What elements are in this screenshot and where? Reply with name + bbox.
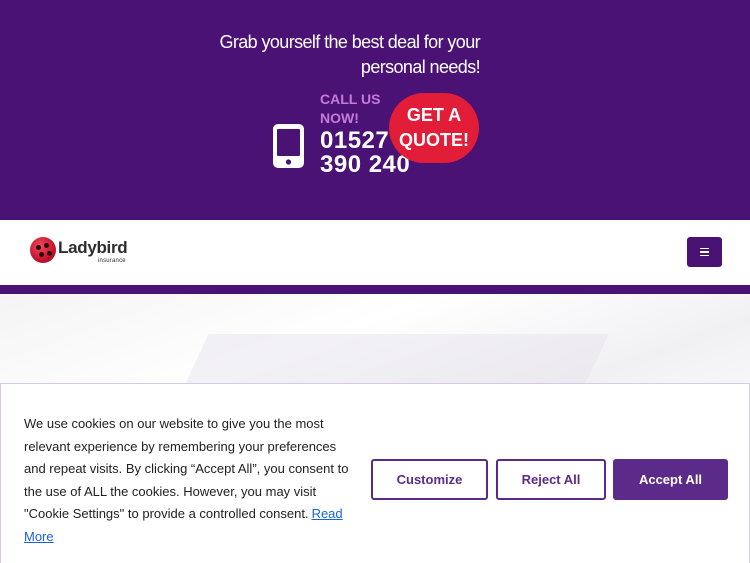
reject-all-button[interactable]: Reject All	[496, 459, 606, 500]
cookie-message-container: We use cookies on our website to give yo…	[24, 413, 359, 548]
get-a-quote-button[interactable]: GET A QUOTE!	[389, 93, 479, 163]
logo-subtext: insurance	[98, 258, 126, 264]
hamburger-menu-button[interactable]	[687, 237, 722, 267]
ladybird-icon	[30, 237, 56, 263]
call-us-label: CALL US NOW!	[320, 91, 381, 126]
cookie-consent-banner: We use cookies on our website to give yo…	[0, 383, 750, 563]
top-banner: Grab yourself the best deal for your per…	[0, 0, 750, 220]
logo-text: Ladybird	[58, 238, 128, 257]
mobile-phone-icon	[273, 124, 304, 168]
ladybird-logo[interactable]: Ladybird insurance	[30, 237, 140, 267]
cookie-message: We use cookies on our website to give yo…	[24, 416, 349, 521]
customize-button[interactable]: Customize	[371, 459, 488, 500]
accept-all-button[interactable]: Accept All	[613, 459, 728, 500]
navbar: Ladybird insurance	[0, 220, 750, 285]
nav-underline	[0, 285, 750, 294]
tagline: Grab yourself the best deal for your per…	[219, 32, 480, 77]
hamburger-menu-icon	[700, 247, 709, 250]
